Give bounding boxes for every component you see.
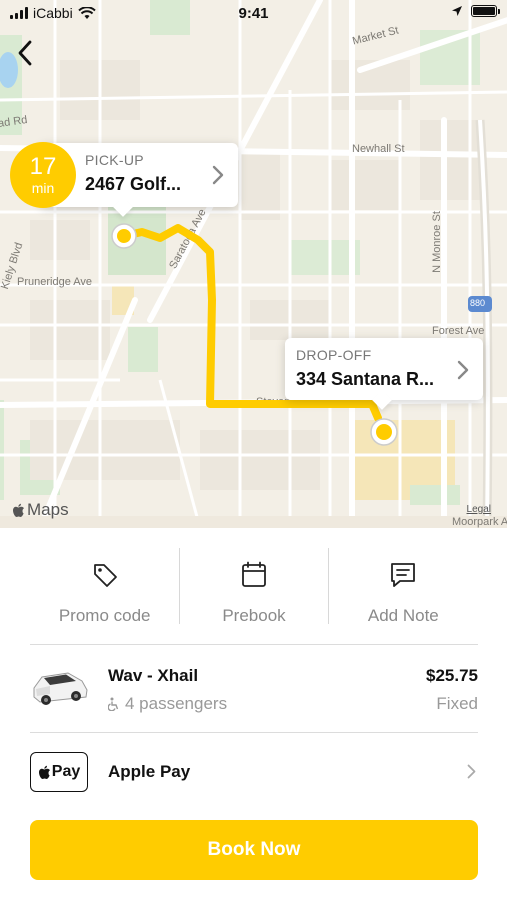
- vehicle-passengers: 4 passengers: [108, 694, 227, 714]
- promo-code-label: Promo code: [58, 606, 151, 625]
- prebook-label: Prebook: [222, 606, 286, 625]
- vehicle-name: Wav - Xhail: [108, 666, 199, 685]
- add-note-label: Add Note: [367, 606, 439, 625]
- location-arrow-icon: [452, 6, 462, 16]
- eta-badge: 17 min: [10, 142, 76, 208]
- status-time: 9:41: [238, 5, 269, 22]
- fare-price: $25.75: [426, 666, 478, 685]
- fare-type: Fixed: [436, 694, 478, 713]
- prebook-button[interactable]: Prebook: [179, 548, 328, 644]
- divider: [30, 732, 478, 733]
- vehicle-option[interactable]: Wav - Xhail 4 passengers $25.75 Fixed: [30, 652, 478, 730]
- apple-pay-badge: Pay: [30, 752, 88, 792]
- dropoff-callout[interactable]: DROP-OFF 334 Santana R...: [285, 338, 483, 400]
- legal-link[interactable]: Legal: [467, 504, 491, 515]
- dropoff-address: 334 Santana R...: [296, 369, 435, 389]
- calendar-icon: [242, 561, 266, 587]
- maps-attribution-text: Maps: [27, 500, 69, 519]
- add-note-button[interactable]: Add Note: [329, 548, 478, 644]
- passenger-count: 4 passengers: [125, 694, 228, 713]
- chevron-left-icon: [18, 40, 32, 66]
- payment-method-name: Apple Pay: [108, 762, 191, 781]
- action-row: Promo code Prebook Add Note: [30, 548, 478, 644]
- battery-icon: [471, 5, 500, 17]
- maps-attribution: Maps: [12, 500, 69, 520]
- chevron-right-icon: [467, 764, 476, 779]
- route-line: [111, 223, 398, 446]
- apple-logo-icon: [38, 765, 50, 779]
- chevron-right-icon: [212, 165, 224, 185]
- wheelchair-icon: [108, 697, 119, 711]
- apple-logo-icon: [13, 503, 24, 517]
- booking-sheet: Promo code Prebook Add Note Wav - Xhail …: [0, 528, 507, 900]
- apple-pay-badge-text: Pay: [51, 763, 81, 780]
- back-button[interactable]: [10, 36, 40, 70]
- eta-value: 17: [29, 153, 57, 180]
- promo-code-button[interactable]: Promo code: [30, 548, 179, 644]
- dropoff-label: DROP-OFF: [296, 347, 372, 363]
- status-bar: iCabbi 9:41: [0, 0, 507, 26]
- eta-unit: min: [31, 180, 55, 196]
- payment-method[interactable]: Pay Apple Pay: [30, 740, 478, 806]
- divider: [328, 548, 329, 624]
- note-icon: [391, 563, 416, 587]
- book-now-button[interactable]: Book Now: [30, 820, 478, 880]
- divider: [30, 644, 478, 645]
- car-icon: [33, 672, 88, 705]
- tag-icon: [93, 564, 117, 587]
- divider: [179, 548, 180, 624]
- map-view[interactable]: Market St Newhall St N Monroe St Pruneri…: [0, 0, 507, 528]
- chevron-right-icon: [457, 360, 469, 380]
